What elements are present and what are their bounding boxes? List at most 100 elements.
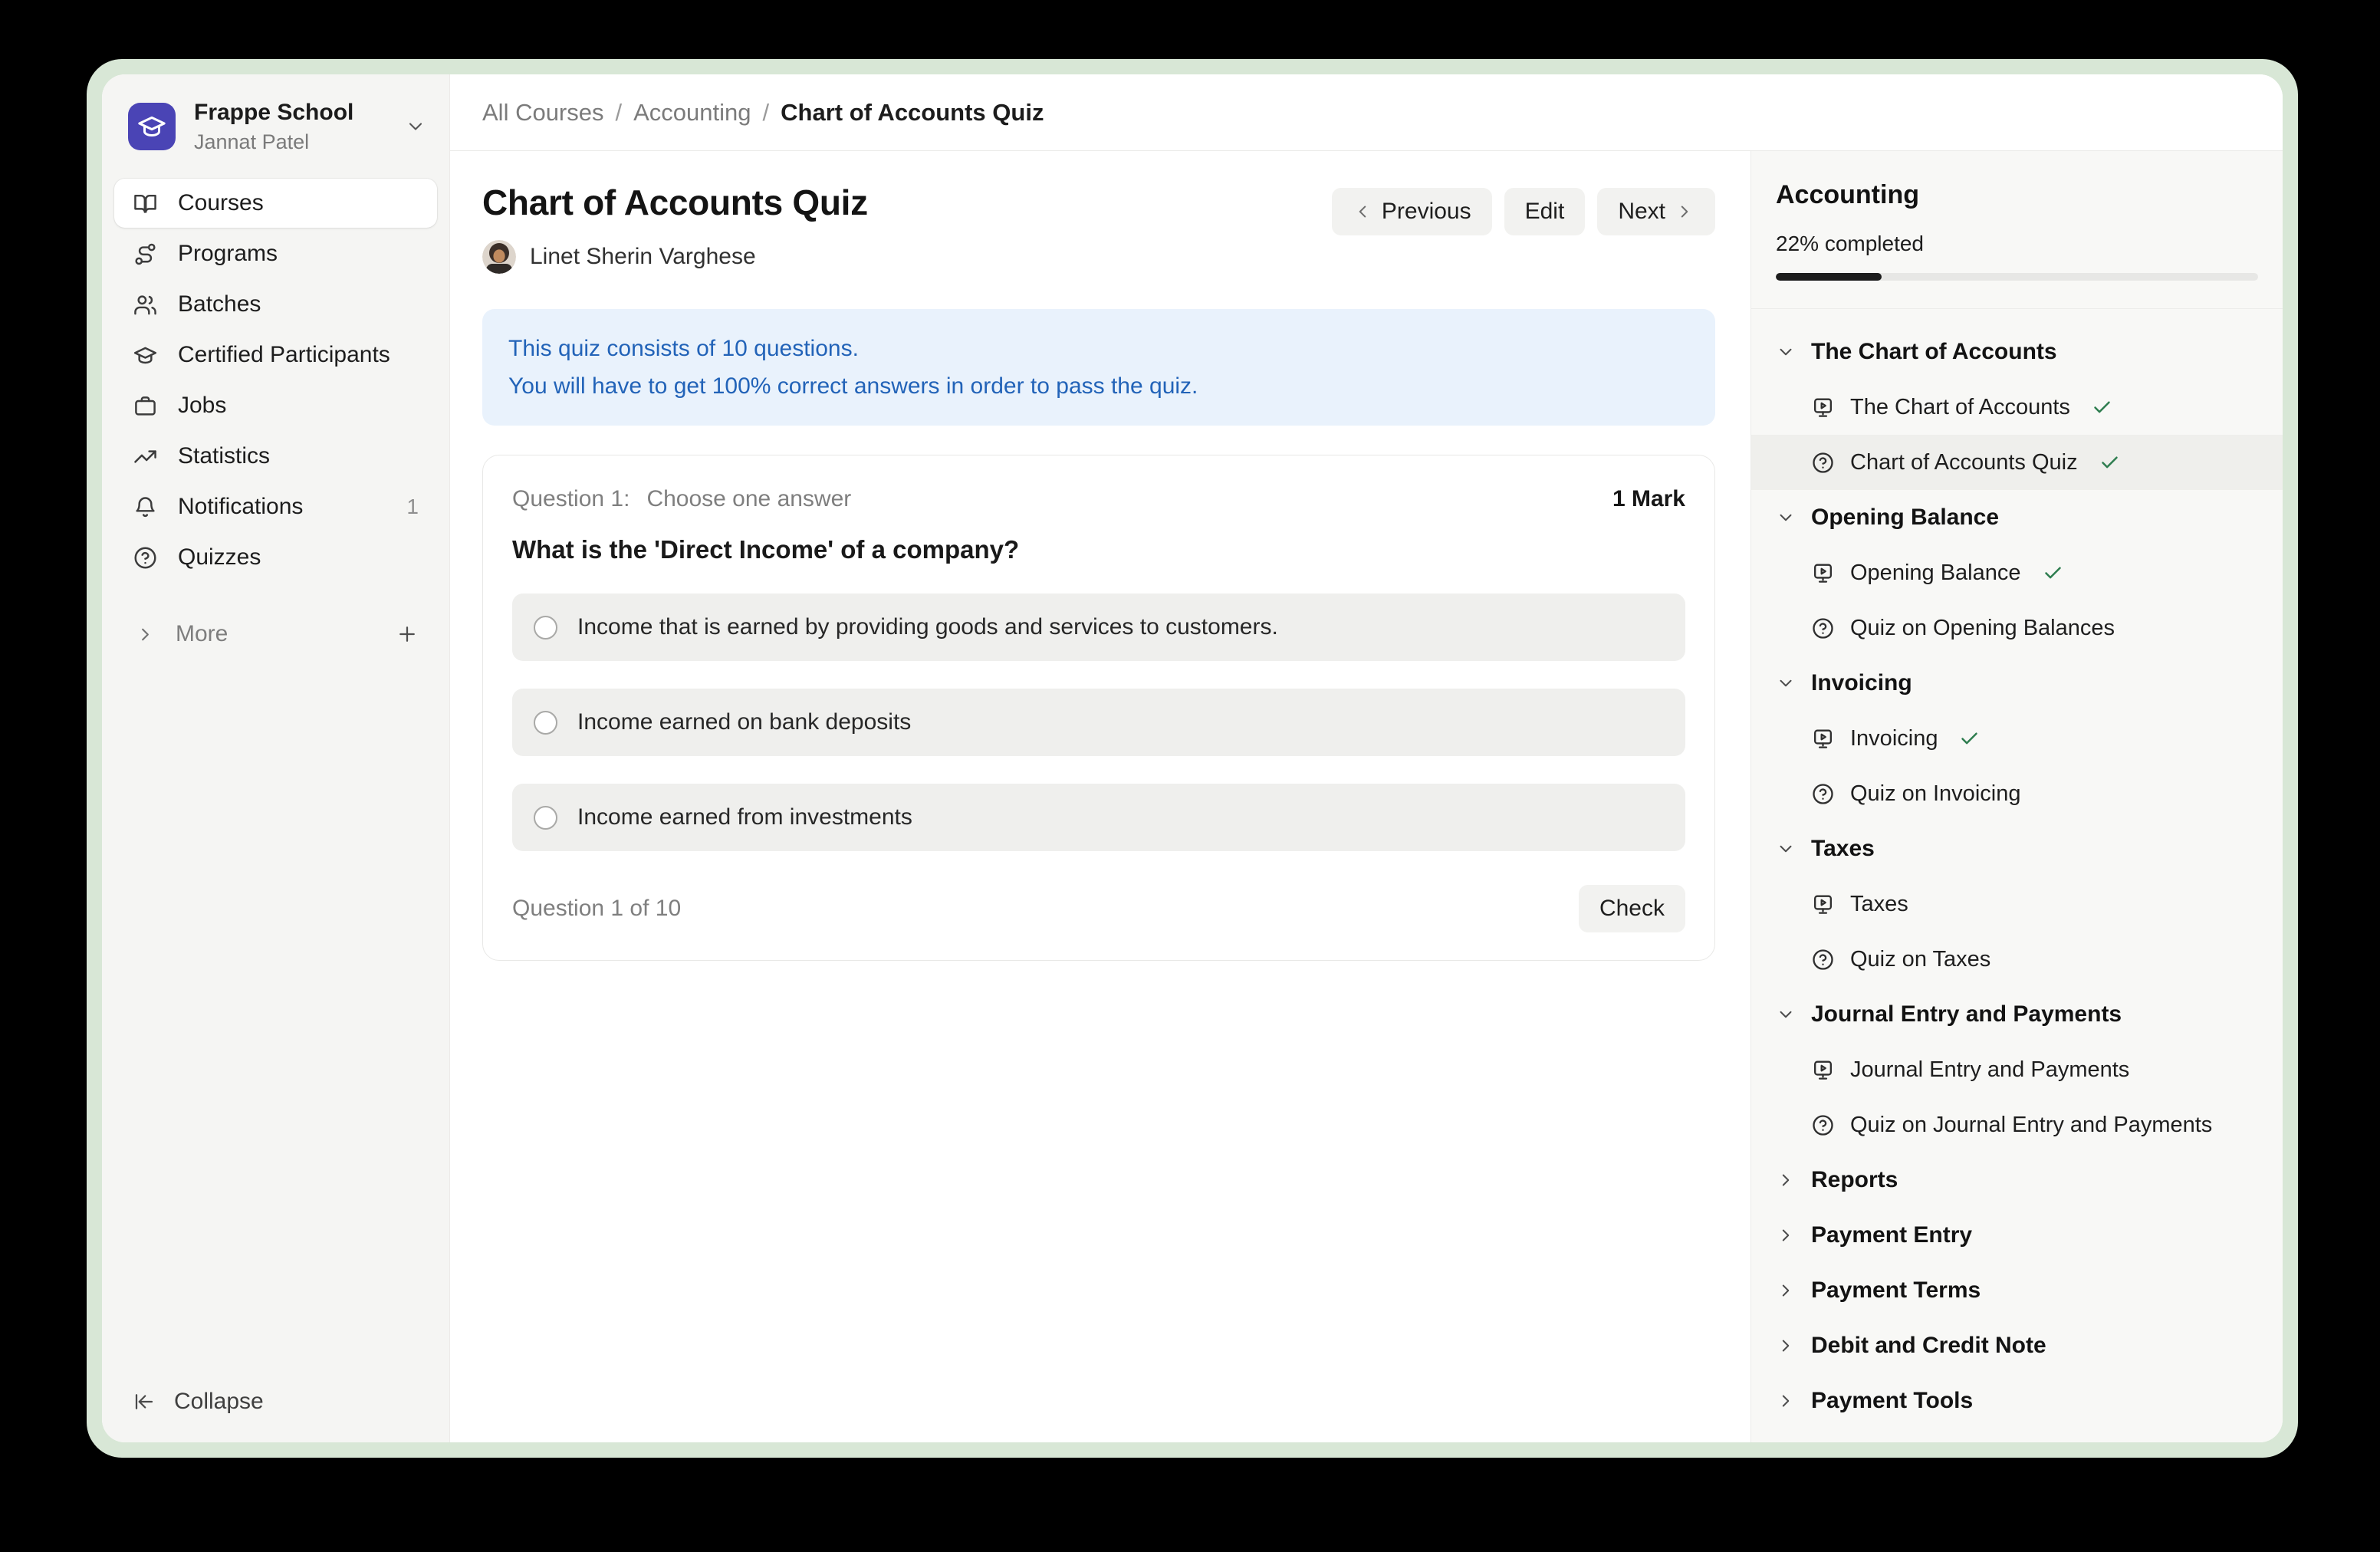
outline-quiz-chart-of-accounts-quiz[interactable]: Chart of Accounts Quiz — [1751, 435, 2283, 490]
chapter-taxes[interactable]: Taxes — [1751, 821, 2283, 876]
sidebar-item-batches[interactable]: Batches — [114, 280, 437, 329]
more-label: More — [176, 621, 228, 647]
answer-option-2[interactable]: Income earned on bank deposits — [512, 689, 1685, 756]
outline-item-label: Quiz on Journal Entry and Payments — [1850, 1113, 2212, 1138]
answer-option-label: Income earned from investments — [577, 804, 912, 830]
sidebar-item-more[interactable]: More — [114, 610, 437, 659]
chevron-down-icon — [1776, 508, 1796, 528]
chapter-title: Invoicing — [1811, 670, 1912, 696]
lesson-icon — [1811, 1058, 1835, 1082]
graduation-cap-icon — [136, 111, 167, 142]
sidebar-nav: Courses Programs Batches Certified Parti… — [102, 179, 449, 584]
answer-option-label: Income earned on bank deposits — [577, 709, 911, 735]
chevron-down-icon[interactable] — [405, 116, 426, 137]
chapter-payment-entry[interactable]: Payment Entry — [1751, 1208, 2283, 1263]
chapter-payment-tools[interactable]: Payment Tools — [1751, 1373, 2283, 1429]
users-icon — [133, 292, 158, 317]
sidebar-item-label: Jobs — [178, 393, 226, 419]
course-progress-fill — [1776, 273, 1882, 281]
chapter-title: The Chart of Accounts — [1811, 339, 2057, 365]
answer-option-label: Income that is earned by providing goods… — [577, 614, 1278, 640]
trending-up-icon — [133, 444, 158, 469]
chevron-right-icon — [1776, 1170, 1796, 1190]
answer-option-1[interactable]: Income that is earned by providing goods… — [512, 594, 1685, 661]
outline-quiz-quiz-on-taxes[interactable]: Quiz on Taxes — [1751, 932, 2283, 987]
banner-line: This quiz consists of 10 questions. — [508, 330, 1689, 367]
lesson-icon — [1811, 727, 1835, 751]
notification-count-badge: 1 — [406, 495, 419, 519]
course-title: Accounting — [1776, 180, 2258, 210]
outline-quiz-quiz-on-invoicing[interactable]: Quiz on Invoicing — [1751, 766, 2283, 821]
main-content: Chart of Accounts Quiz — [450, 151, 1750, 1442]
outline-item-label: The Chart of Accounts — [1850, 395, 2070, 420]
chevron-down-icon — [1776, 342, 1796, 362]
check-icon — [2092, 397, 2112, 418]
question-instruction: Choose one answer — [646, 486, 851, 512]
outline-lesson-invoicing[interactable]: Invoicing — [1751, 711, 2283, 766]
breadcrumb-item-accounting[interactable]: Accounting — [633, 99, 751, 127]
chapter-journal-entry-and-payments[interactable]: Journal Entry and Payments — [1751, 987, 2283, 1042]
outline-lesson-journal-entry-and-payments[interactable]: Journal Entry and Payments — [1751, 1042, 2283, 1097]
chevron-right-icon — [135, 624, 156, 645]
chapter-title: Taxes — [1811, 836, 1875, 862]
sidebar-item-jobs[interactable]: Jobs — [114, 381, 437, 430]
breadcrumb-item-all-courses[interactable]: All Courses — [482, 99, 604, 127]
chevron-down-icon — [1776, 839, 1796, 859]
answer-options: Income that is earned by providing goods… — [512, 594, 1685, 851]
radio-button[interactable] — [534, 616, 557, 640]
course-panel: Accounting 22% completed The Chart of Ac… — [1750, 151, 2283, 1442]
chapter-reports[interactable]: Reports — [1751, 1152, 2283, 1208]
radio-button[interactable] — [534, 711, 557, 735]
chevron-right-icon — [1776, 1281, 1796, 1300]
outline-item-label: Chart of Accounts Quiz — [1850, 450, 2078, 475]
outline-quiz-quiz-on-journal-entry-and-payments[interactable]: Quiz on Journal Entry and Payments — [1751, 1097, 2283, 1152]
add-shortcut-button[interactable] — [396, 623, 419, 646]
chevron-right-icon — [1675, 202, 1695, 222]
quiz-icon — [1811, 451, 1835, 475]
sidebar-item-label: Programs — [178, 241, 278, 267]
outline-lesson-the-chart-of-accounts[interactable]: The Chart of Accounts — [1751, 380, 2283, 435]
quiz-icon — [1811, 948, 1835, 972]
collapse-label: Collapse — [174, 1389, 264, 1415]
chapter-title: Payment Entry — [1811, 1222, 1972, 1248]
previous-button[interactable]: Previous — [1332, 188, 1492, 235]
outline-item-label: Quiz on Invoicing — [1850, 781, 2020, 807]
quiz-icon — [1811, 1113, 1835, 1137]
sidebar-item-quizzes[interactable]: Quizzes — [114, 533, 437, 582]
chapter-invoicing[interactable]: Invoicing — [1751, 656, 2283, 711]
quiz-icon — [1811, 617, 1835, 640]
outline-item-label: Quiz on Taxes — [1850, 947, 1990, 972]
outline-lesson-opening-balance[interactable]: Opening Balance — [1751, 545, 2283, 600]
sidebar-item-notifications[interactable]: Notifications 1 — [114, 482, 437, 531]
outline-item-label: Journal Entry and Payments — [1850, 1057, 2129, 1083]
chapter-title: Journal Entry and Payments — [1811, 1001, 2122, 1028]
answer-option-3[interactable]: Income earned from investments — [512, 784, 1685, 851]
sidebar-item-programs[interactable]: Programs — [114, 229, 437, 278]
workspace-switcher[interactable]: Frappe School Jannat Patel — [102, 74, 449, 174]
avatar — [482, 240, 516, 274]
radio-button[interactable] — [534, 806, 557, 830]
route-icon — [133, 242, 158, 267]
check-button[interactable]: Check — [1579, 885, 1685, 932]
chapter-the-chart-of-accounts[interactable]: The Chart of Accounts — [1751, 324, 2283, 380]
chapter-payment-terms[interactable]: Payment Terms — [1751, 1263, 2283, 1318]
outline-lesson-taxes[interactable]: Taxes — [1751, 876, 2283, 932]
sidebar-item-statistics[interactable]: Statistics — [114, 432, 437, 481]
collapse-sidebar-button[interactable]: Collapse — [102, 1389, 449, 1442]
question-marks: 1 Mark — [1612, 486, 1685, 512]
check-icon — [2099, 452, 2120, 473]
chapter-title: Payment Terms — [1811, 1277, 1981, 1304]
sidebar-item-certified-participants[interactable]: Certified Participants — [114, 330, 437, 380]
breadcrumb-separator: / — [616, 99, 623, 127]
chapter-opening-balance[interactable]: Opening Balance — [1751, 490, 2283, 545]
question-text: What is the 'Direct Income' of a company… — [512, 535, 1685, 564]
breadcrumb-separator: / — [763, 99, 770, 127]
sidebar-item-courses[interactable]: Courses — [114, 179, 437, 228]
question-number-label: Question 1: — [512, 486, 630, 512]
check-icon — [2043, 563, 2063, 584]
outline-quiz-quiz-on-opening-balances[interactable]: Quiz on Opening Balances — [1751, 600, 2283, 656]
edit-button[interactable]: Edit — [1504, 188, 1586, 235]
next-button[interactable]: Next — [1597, 188, 1715, 235]
chapter-debit-and-credit-note[interactable]: Debit and Credit Note — [1751, 1318, 2283, 1373]
chapter-title: Payment Tools — [1811, 1388, 1973, 1414]
